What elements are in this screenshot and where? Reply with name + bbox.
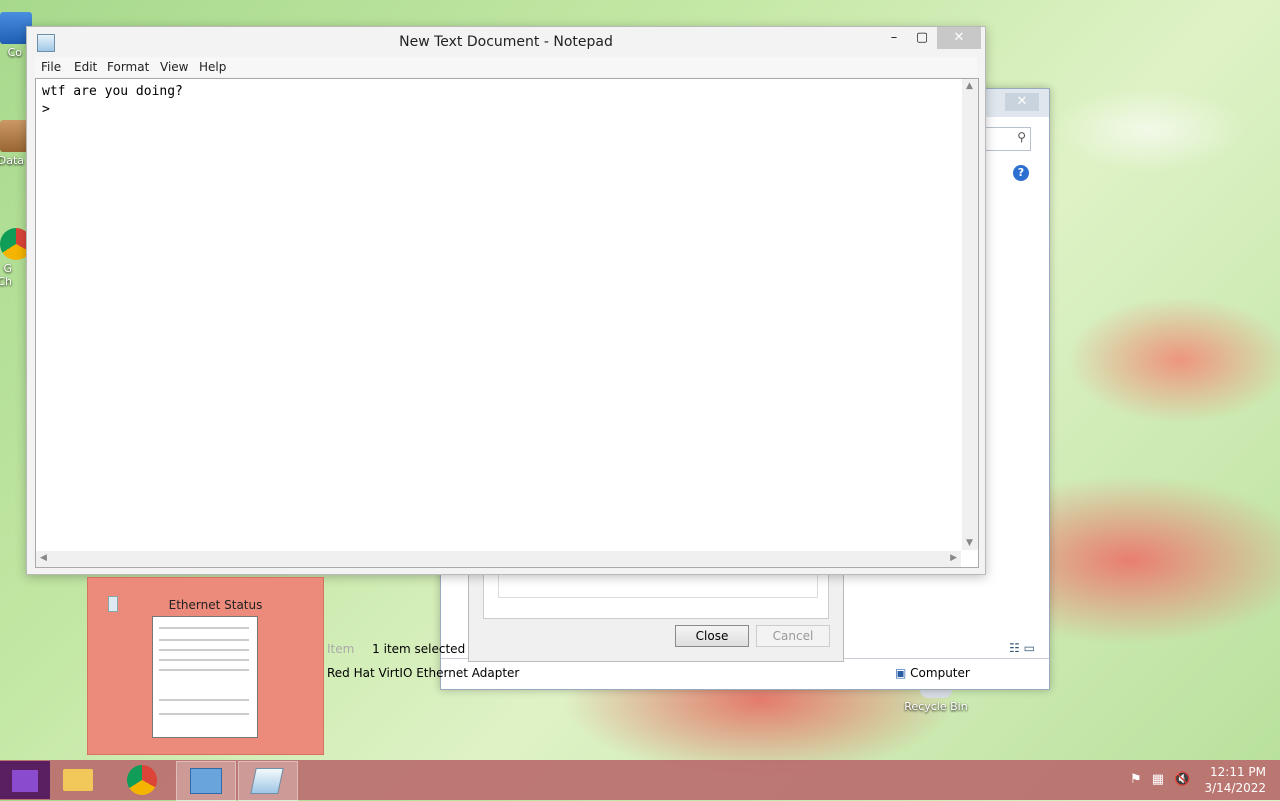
cancel-button[interactable]: Cancel [756, 625, 830, 647]
taskbar-file-explorer[interactable] [50, 761, 108, 799]
maximize-button[interactable]: ▢ [909, 27, 935, 49]
explorer-close-button[interactable]: ✕ [1005, 93, 1039, 111]
taskbar-control-panel[interactable] [176, 761, 236, 801]
preview-line [159, 649, 249, 651]
desktop-icon-label: Recycle Bin [904, 700, 968, 713]
preview-line [159, 659, 249, 661]
preview-line [159, 713, 249, 715]
search-icon[interactable]: ⚲ [1017, 130, 1026, 144]
clock-date: 3/14/2022 [1204, 781, 1266, 795]
taskbar: ⚑ ▦ 🔇 12:11 PM 3/14/2022 [0, 760, 1280, 801]
taskbar-notepad[interactable] [238, 761, 298, 801]
computer-icon: ▣ [895, 666, 907, 680]
start-button[interactable] [0, 761, 50, 799]
clock[interactable]: 12:11 PM 3/14/2022 [1204, 764, 1266, 796]
location-computer: ▣ Computer [895, 666, 970, 680]
close-button[interactable]: Close [675, 625, 749, 647]
properties-dialog: Close Cancel [468, 560, 844, 662]
menu-help[interactable]: Help [199, 60, 226, 74]
scroll-right-icon[interactable]: ▶ [950, 553, 957, 563]
action-center-flag-icon[interactable]: ⚑ [1130, 772, 1142, 787]
horizontal-scrollbar[interactable]: ◀ ▶ [36, 551, 961, 567]
volume-muted-icon[interactable]: 🔇 [1174, 772, 1190, 787]
preview-line [159, 627, 249, 629]
scroll-down-icon[interactable]: ▼ [966, 538, 973, 548]
folder-icon [63, 769, 93, 791]
preview-line [159, 639, 249, 641]
notepad-titlebar[interactable]: New Text Document - Notepad – ▢ ✕ [27, 27, 985, 57]
selection-count: 1 item selected [372, 642, 466, 656]
close-window-button[interactable]: ✕ [937, 27, 981, 49]
large-icons-view-icon[interactable]: ▭ [1024, 641, 1035, 655]
item-prefix: Item [327, 642, 355, 656]
menu-file[interactable]: File [41, 60, 61, 74]
menu-bar: File Edit Format View Help [35, 57, 977, 77]
notepad-icon [250, 768, 284, 794]
explorer-status-bar: Red Hat VirtIO Ethernet Adapter ▣ Comput… [327, 658, 1049, 689]
notepad-window: New Text Document - Notepad – ▢ ✕ File E… [26, 26, 986, 575]
menu-edit[interactable]: Edit [74, 60, 97, 74]
vertical-scrollbar[interactable]: ▲ ▼ [962, 79, 978, 550]
taskbar-thumbnail-preview[interactable]: Ethernet Status [87, 577, 324, 755]
document-text[interactable]: wtf are you doing? > [42, 83, 183, 119]
clock-time: 12:11 PM [1210, 765, 1266, 779]
network-connections-icon [190, 768, 222, 794]
taskbar-chrome[interactable] [114, 761, 172, 799]
view-toggle[interactable]: ☷ ▭ [1009, 641, 1035, 655]
thumbnail-image [152, 616, 258, 738]
window-title: New Text Document - Notepad [399, 34, 613, 50]
menu-format[interactable]: Format [107, 60, 149, 74]
chrome-icon [127, 765, 157, 795]
menu-view[interactable]: View [160, 60, 188, 74]
location-label: Computer [910, 666, 970, 680]
thumbnail-title: Ethernet Status [168, 598, 263, 612]
details-view-icon[interactable]: ☷ [1009, 641, 1020, 655]
text-editor[interactable]: wtf are you doing? > ▲ ▼ ◀ ▶ [35, 78, 979, 568]
preview-line [159, 699, 249, 701]
system-tray: ⚑ ▦ 🔇 [1130, 772, 1190, 787]
preview-line [159, 669, 249, 671]
scroll-left-icon[interactable]: ◀ [40, 553, 47, 563]
windows-logo-icon [12, 770, 38, 792]
network-tray-icon[interactable]: ▦ [1152, 772, 1164, 787]
minimize-button[interactable]: – [881, 27, 907, 49]
help-icon[interactable]: ? [1013, 165, 1029, 181]
explorer-selection-status: Item 1 item selected [327, 642, 465, 656]
scroll-up-icon[interactable]: ▲ [966, 81, 973, 91]
adapter-name: Red Hat VirtIO Ethernet Adapter [327, 666, 520, 680]
